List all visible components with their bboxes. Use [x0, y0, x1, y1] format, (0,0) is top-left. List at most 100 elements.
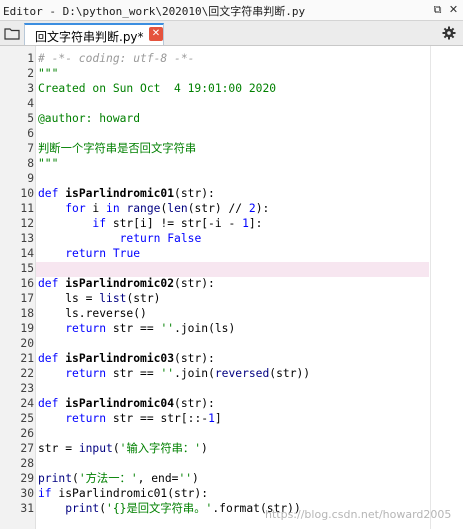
- code-line-row[interactable]: 23: [0, 381, 430, 396]
- code-line-row[interactable]: 30 if isParlindromic01(str):: [0, 486, 430, 501]
- code-line-row[interactable]: 25 return str == str[::-1]: [0, 411, 430, 426]
- line-number: 5: [27, 112, 34, 125]
- code-token: (str) //: [187, 202, 249, 215]
- code-line-row[interactable]: 26: [0, 426, 430, 441]
- code-line[interactable]: if str[i] != str[-i - 1]:: [38, 216, 262, 231]
- code-line[interactable]: # -*- coding: utf-8 -*-: [38, 51, 194, 66]
- code-line[interactable]: def isParlindromic01(str):: [38, 186, 215, 201]
- code-line-row[interactable]: 20: [0, 336, 430, 351]
- code-editor[interactable]: 1 # -*- coding: utf-8 -*- 2 """ 3 Created on …: [0, 46, 463, 529]
- close-icon[interactable]: ✕: [446, 2, 461, 17]
- code-line[interactable]: """: [38, 156, 58, 171]
- code-token: (: [112, 442, 120, 455]
- code-token: print: [65, 502, 100, 515]
- code-line-row[interactable]: 5 @author: howard: [0, 111, 430, 126]
- code-line-row[interactable]: 10 def isParlindromic01(str):: [0, 186, 430, 201]
- code-line-row[interactable]: 27 str = input('输入字符串：'): [0, 441, 430, 456]
- line-number: 3: [27, 82, 34, 95]
- code-token: 1: [208, 412, 215, 425]
- code-line-row[interactable]: 2 """: [0, 66, 430, 81]
- code-line[interactable]: print('{}是回文字符串。'.format(str)): [38, 501, 301, 516]
- tab-file[interactable]: 回文字符串判断.py* ✕: [24, 23, 164, 45]
- code-line[interactable]: ls.reverse(): [38, 306, 147, 321]
- code-line[interactable]: return str == ''.join(ls): [38, 321, 235, 336]
- code-line[interactable]: def isParlindromic04(str):: [38, 396, 215, 411]
- code-token: Created on Sun Oct 4 19:01:00 2020: [38, 82, 277, 95]
- code-line-row[interactable]: 14 return True: [0, 246, 430, 261]
- undock-icon[interactable]: ⧉: [430, 2, 445, 17]
- code-line-row[interactable]: 6: [0, 126, 430, 141]
- code-line[interactable]: str = input('输入字符串：'): [38, 441, 208, 456]
- code-token: (: [72, 472, 79, 485]
- code-line[interactable]: return str == ''.join(reversed(str)): [38, 366, 310, 381]
- code-token: (str):: [174, 352, 215, 365]
- code-line-row[interactable]: 24 def isParlindromic04(str):: [0, 396, 430, 411]
- code-token: isParlindromic01(str):: [51, 487, 209, 500]
- code-token: .join(: [174, 367, 215, 380]
- code-line[interactable]: ls = list(str): [38, 291, 160, 306]
- line-number: 17: [20, 292, 34, 305]
- code-token: isParlindromic03: [65, 352, 175, 365]
- code-line[interactable]: """: [38, 66, 58, 81]
- code-line-row[interactable]: 1 # -*- coding: utf-8 -*-: [0, 51, 430, 66]
- line-number: 25: [20, 412, 34, 425]
- code-line-row[interactable]: 13 return False: [0, 231, 430, 246]
- gear-icon[interactable]: [442, 26, 456, 40]
- line-number: 31: [20, 502, 34, 515]
- line-number: 16: [20, 277, 34, 290]
- code-token: in: [106, 202, 120, 215]
- code-line-row[interactable]: 19 return str == ''.join(ls): [0, 321, 430, 336]
- code-line-row[interactable]: 22 return str == ''.join(reversed(str)): [0, 366, 430, 381]
- code-token: # -*- coding: utf-8 -*-: [38, 52, 195, 65]
- line-number: 13: [20, 232, 34, 245]
- code-line[interactable]: def isParlindromic02(str):: [38, 276, 215, 291]
- code-line[interactable]: if isParlindromic01(str):: [38, 486, 208, 501]
- code-token: str == str[::-: [106, 412, 209, 425]
- code-line[interactable]: return True: [38, 246, 140, 261]
- code-line[interactable]: 判断一个字符串是否回文字符串: [38, 141, 196, 156]
- code-token: , end=: [137, 472, 179, 485]
- code-line-row[interactable]: 29 print('方法一：', end=''): [0, 471, 430, 486]
- code-line-row[interactable]: 16 def isParlindromic02(str):: [0, 276, 430, 291]
- code-line-row[interactable]: 11 for i in range(len(str) // 2):: [0, 201, 430, 216]
- code-line-row[interactable]: 8 """: [0, 156, 430, 171]
- code-line[interactable]: @author: howard: [38, 111, 140, 126]
- code-line-row[interactable]: 12 if str[i] != str[-i - 1]:: [0, 216, 430, 231]
- code-line[interactable]: print('方法一：', end=''): [38, 471, 199, 486]
- code-line-row[interactable]: 4: [0, 96, 430, 111]
- code-line-row[interactable]: 17 ls = list(str): [0, 291, 430, 306]
- code-token: isParlindromic01: [65, 187, 175, 200]
- right-margin: [430, 46, 431, 529]
- code-token: def: [38, 397, 66, 410]
- code-line[interactable]: for i in range(len(str) // 2):: [38, 201, 269, 216]
- code-line-row[interactable]: 28: [0, 456, 430, 471]
- code-line[interactable]: return str == str[::-1]: [38, 411, 221, 426]
- code-token: '': [178, 472, 193, 485]
- code-token: list: [99, 292, 127, 305]
- code-line-row[interactable]: 3 Created on Sun Oct 4 19:01:00 2020: [0, 81, 430, 96]
- tab-close-icon[interactable]: ✕: [149, 27, 163, 41]
- code-line-row[interactable]: 7 判断一个字符串是否回文字符串: [0, 141, 430, 156]
- code-line-row[interactable]: 18 ls.reverse(): [0, 306, 430, 321]
- code-token: """: [38, 67, 59, 80]
- code-token: i: [85, 202, 107, 215]
- code-line-row[interactable]: 15: [0, 261, 430, 276]
- code-line[interactable]: return False: [38, 231, 202, 246]
- code-line-row[interactable]: 21 def isParlindromic03(str):: [0, 351, 430, 366]
- code-token: (str)): [269, 367, 311, 380]
- tab-label: 回文字符串判断.py*: [35, 30, 144, 44]
- line-number: 30: [20, 487, 34, 500]
- code-token: ]:: [248, 217, 263, 230]
- code-line-row[interactable]: 9: [0, 171, 430, 186]
- code-token: (str):: [174, 277, 215, 290]
- code-token: str[i] != str[-i -: [106, 217, 243, 230]
- title-bar: Editor - D:\python_work\202010\回文字符串判断.p…: [0, 0, 463, 21]
- code-line[interactable]: def isParlindromic03(str):: [38, 351, 215, 366]
- code-token: 2: [248, 202, 256, 215]
- folder-icon[interactable]: [4, 27, 20, 40]
- code-line[interactable]: Created on Sun Oct 4 19:01:00 2020: [38, 81, 276, 96]
